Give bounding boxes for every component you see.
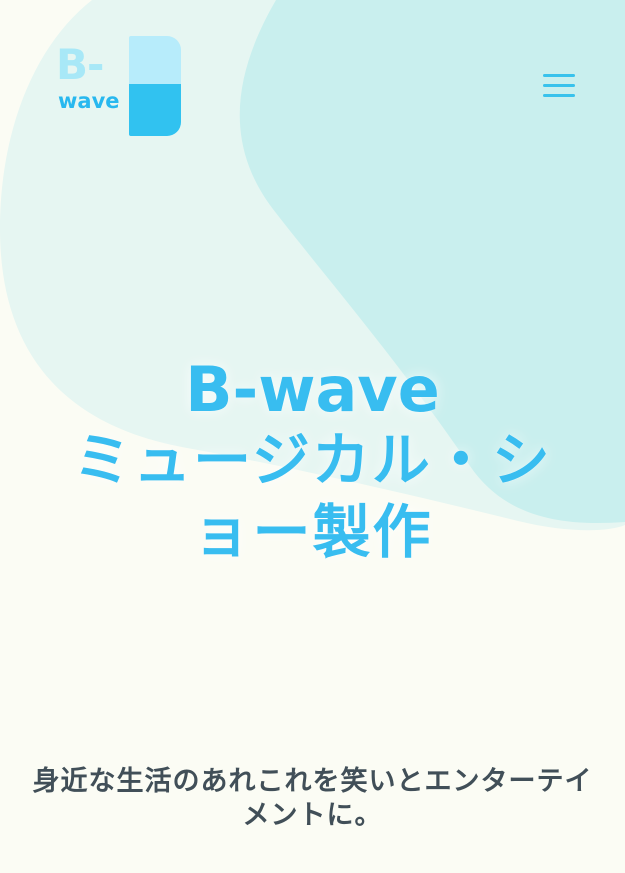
hero-title-line-1: B-wave xyxy=(185,353,440,427)
hero-title: B-wave ミュージカル・シ ョー製作 xyxy=(0,356,625,568)
logo-text-b: B- xyxy=(56,40,104,89)
hero-title-line-2: ミュージカル・シ xyxy=(73,426,552,495)
site-header: B- wave xyxy=(0,0,625,150)
hero-tagline: 身近な生活のあれこれを笑いとエンターテイメントに。 xyxy=(32,766,593,831)
hamburger-menu-button[interactable] xyxy=(540,70,578,102)
b-wave-logo[interactable]: B- wave xyxy=(54,34,186,140)
logo-text-wave: wave xyxy=(58,89,120,113)
hamburger-menu-icon xyxy=(543,74,575,77)
landing-page: B- wave B-wave ミュージカル・シ ョー製作 身近な生活のあれこれを… xyxy=(0,0,625,873)
logo-wave-bar-icon xyxy=(129,36,181,136)
hamburger-menu-icon-middle-line xyxy=(543,84,575,87)
hamburger-menu-icon-bottom-line xyxy=(543,94,575,97)
hero-title-line-3: ョー製作 xyxy=(192,498,433,567)
